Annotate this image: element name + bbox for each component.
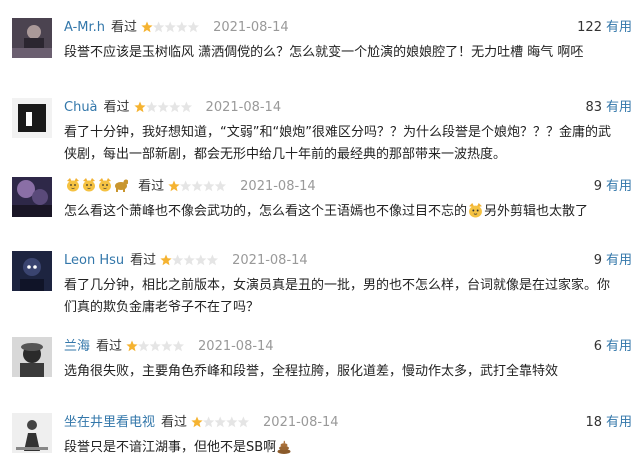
avatar-image xyxy=(12,337,52,377)
comment-list: A-Mr.h 看过 2021-08-14 122 有用 段誉不应该是玉树临风 潇洒倜傥… xyxy=(0,0,640,470)
vote-count: 6 xyxy=(593,339,602,354)
watch-status: 看过 xyxy=(130,253,157,268)
avatar[interactable] xyxy=(12,18,52,58)
review-content: 选角很失败，主要角色乔峰和段誉，全程拉胯，服化道差，慢动作太多，武打全靠特效 xyxy=(64,364,559,379)
review-date: 2021-08-14 xyxy=(240,179,316,194)
useful-button[interactable]: 有用 xyxy=(606,339,632,354)
review-date: 2021-08-14 xyxy=(205,100,282,115)
useful-button[interactable]: 有用 xyxy=(606,253,632,268)
review-content: 怎么看这个萧峰也不像会武功的，怎么看这个王语嫣也不像过目不忘的 另外剪辑也太散了 xyxy=(64,201,616,223)
cat-face-icon xyxy=(67,178,128,192)
username-link[interactable]: 坐在井里看电视 xyxy=(64,415,155,430)
watch-status: 看过 xyxy=(111,20,138,35)
review-content-text: 段誉只是不谙江湖事，但他不是SB啊 xyxy=(64,440,277,455)
review-content: 看了几分钟，相比之前版本，女演员真是丑的一批，男的也不怎么样，台词就像是在过家家… xyxy=(64,278,611,315)
avatar[interactable] xyxy=(12,413,52,453)
avatar[interactable] xyxy=(12,251,52,291)
useful-button[interactable]: 有用 xyxy=(606,100,632,115)
avatar[interactable] xyxy=(12,337,52,377)
vote-count: 122 xyxy=(577,20,602,35)
review-content: 段誉不应该是玉树临风 潇洒倜傥的么？怎么就变一个尬演的娘娘腔了！无力吐槽 晦气 … xyxy=(64,45,584,60)
review-content: 看了十分钟，我好想知道，“文弱”和“娘炮”很难区分吗？？为什么段誉是个娘炮？？？… xyxy=(64,125,611,162)
avatar-image xyxy=(12,177,52,217)
useful-button[interactable]: 有用 xyxy=(606,179,632,194)
rating-stars xyxy=(191,415,250,428)
review-header: 坐在井里看电视 看过 2021-08-14 xyxy=(64,413,640,433)
username-link[interactable]: A-Mr.h xyxy=(64,20,105,35)
username-link[interactable]: 兰海 xyxy=(64,339,90,354)
review-content: 段誉只是不谙江湖事，但他不是SB啊 xyxy=(64,437,616,459)
avatar-image xyxy=(12,98,52,138)
review-header: 看过 2021-08-14 xyxy=(64,177,640,197)
vote-count: 18 xyxy=(585,415,602,430)
review-date: 2021-08-14 xyxy=(232,253,308,268)
vote-count: 9 xyxy=(593,179,602,194)
rating-stars xyxy=(126,339,185,352)
review-date: 2021-08-14 xyxy=(213,20,289,35)
review-header: A-Mr.h 看过 2021-08-14 xyxy=(64,18,640,38)
vote-area: 18 有用 xyxy=(585,413,632,433)
avatar-image xyxy=(12,18,52,58)
username-emoji[interactable] xyxy=(64,178,132,194)
vote-count: 9 xyxy=(593,253,602,268)
watch-status: 看过 xyxy=(96,339,123,354)
review-header: 兰海 看过 2021-08-14 xyxy=(64,337,640,357)
vote-area: 83 有用 xyxy=(585,98,632,118)
rating-stars xyxy=(168,179,227,192)
vote-count: 83 xyxy=(585,100,602,115)
review-content-part: 怎么看这个萧峰也不像会武功的，怎么看这个王语嫣也不像过目不忘的 xyxy=(64,204,468,219)
rating-stars xyxy=(160,253,219,266)
vote-area: 9 有用 xyxy=(594,251,632,271)
avatar[interactable] xyxy=(12,98,52,138)
poop-emoji-icon xyxy=(277,440,291,454)
review-header: Leon Hsu 看过 2021-08-14 xyxy=(64,251,640,271)
watch-status: 看过 xyxy=(138,179,165,194)
avatar[interactable] xyxy=(12,177,52,217)
review-date: 2021-08-14 xyxy=(263,415,339,430)
cat-face-icon xyxy=(469,203,482,218)
watch-status: 看过 xyxy=(103,100,130,115)
rating-stars xyxy=(133,100,192,113)
review-header: Chuà 看过 2021-08-14 xyxy=(64,98,640,118)
useful-button[interactable]: 有用 xyxy=(606,415,632,430)
username-link[interactable]: Leon Hsu xyxy=(64,253,124,268)
avatar-image xyxy=(12,413,52,453)
vote-area: 6 有用 xyxy=(594,337,632,357)
avatar-image xyxy=(12,251,52,291)
rating-stars xyxy=(141,20,200,33)
vote-area: 122 有用 xyxy=(577,18,632,38)
watch-status: 看过 xyxy=(161,415,188,430)
review-content-part: 另外剪辑也太散了 xyxy=(484,204,589,219)
review-date: 2021-08-14 xyxy=(198,339,274,354)
vote-area: 9 有用 xyxy=(594,177,632,197)
useful-button[interactable]: 有用 xyxy=(606,20,632,35)
username-link[interactable]: Chuà xyxy=(64,100,98,115)
